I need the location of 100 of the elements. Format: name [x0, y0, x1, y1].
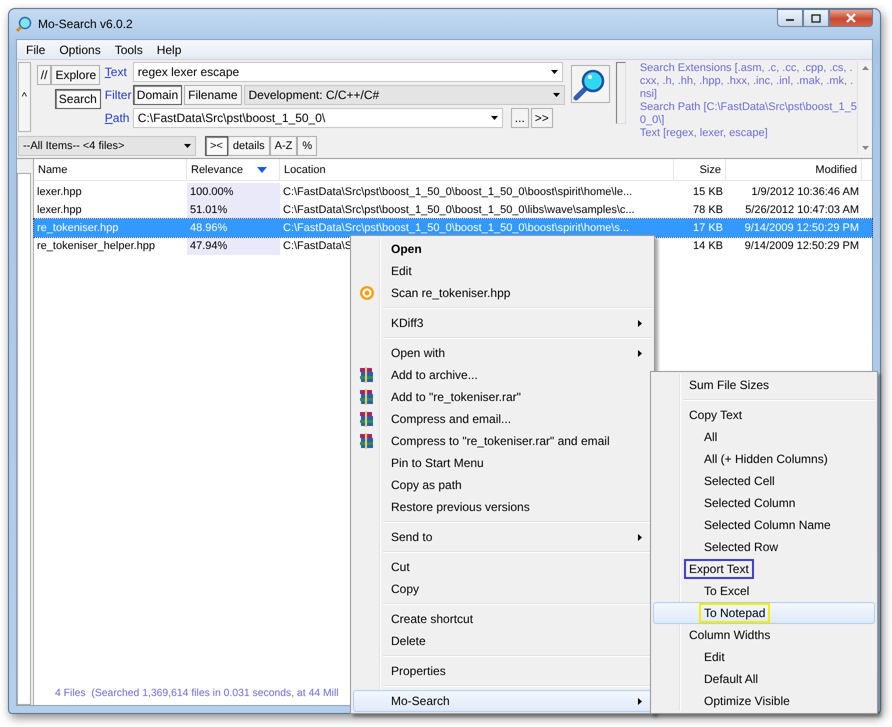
menu-item[interactable]: Default All: [653, 668, 875, 690]
close-button[interactable]: [829, 9, 873, 27]
menu-item[interactable]: File: [19, 42, 52, 56]
column-header[interactable]: Size: [674, 159, 726, 180]
highlight-frame: To Notepad: [699, 603, 770, 623]
menu-item[interactable]: Tools: [108, 42, 150, 56]
scope-combo[interactable]: --All Items-- <4 files>: [18, 136, 196, 156]
menu-item[interactable]: Scan re_tokeniser.hpp: [353, 282, 652, 304]
close-icon: [845, 13, 857, 23]
books-icon: [359, 433, 375, 449]
path-button[interactable]: >>: [530, 108, 553, 128]
column-header[interactable]: Modified: [726, 159, 862, 180]
column-header[interactable]: Location: [280, 159, 674, 180]
filter-toggle[interactable]: Domain: [132, 85, 182, 105]
filter-combo[interactable]: Development: C/C++/C#: [244, 85, 565, 105]
table-cell: lexer.hpp: [37, 204, 82, 216]
app-icon: [16, 16, 32, 32]
menu-item[interactable]: Cut: [353, 556, 652, 578]
menu-item[interactable]: Add to "re_tokeniser.rar": [353, 386, 652, 408]
menu-item[interactable]: Export Text: [653, 558, 875, 580]
collapse-button[interactable]: ^: [18, 62, 31, 132]
view-button[interactable]: A-Z: [270, 136, 298, 156]
menu-item[interactable]: Selected Column: [653, 492, 875, 514]
menu-item[interactable]: Compress and email...: [353, 408, 652, 430]
menu-item[interactable]: Selected Row: [653, 536, 875, 558]
dropdown-arrow-icon[interactable]: [550, 70, 558, 74]
info-line: Search Path [C:\FastData\Src\pst\boost_1_50_0\]: [640, 101, 858, 127]
menu-item[interactable]: KDiff3: [353, 312, 652, 334]
menu-item[interactable]: Help: [150, 42, 188, 56]
table-cell: lexer.hpp: [37, 186, 82, 198]
table-cell: C:\FastData\Src\pst\boost_1_50_0\boost_1_50_0\libs\wave\samples\c...: [283, 204, 635, 216]
menu-item[interactable]: Pin to Start Menu: [353, 452, 652, 474]
menu-item[interactable]: Selected Column Name: [653, 514, 875, 536]
path-combo[interactable]: C:\FastData\Src\pst\boost_1_50_0\: [132, 108, 503, 128]
menu-item[interactable]: Options: [52, 42, 108, 56]
table-cell: re_tokeniser.hpp: [37, 222, 118, 234]
table-cell: 9/14/2009 12:50:29 PM: [744, 222, 859, 234]
view-button[interactable]: %: [297, 136, 318, 156]
menu-item[interactable]: To Excel: [653, 580, 875, 602]
menu-item[interactable]: Edit: [353, 260, 652, 282]
search-button[interactable]: [570, 65, 610, 103]
menu-item[interactable]: Copy as path: [353, 474, 652, 496]
menu-item[interactable]: Send to: [353, 526, 652, 548]
table-cell-text: 48.96%: [189, 221, 228, 236]
menu-item[interactable]: Edit: [653, 646, 875, 668]
dropdown-arrow-icon[interactable]: [552, 93, 560, 97]
table-cell: C:\FastData\Src\pst\boost_1_50_0\boost_1_50_0\boost\spirit\home\s...: [283, 222, 630, 234]
table-cell: 78 KB: [693, 204, 723, 216]
table-cell: 17 KB: [693, 222, 723, 234]
menu-item[interactable]: All: [653, 426, 875, 448]
scroll-up-icon[interactable]: [862, 66, 869, 70]
menu-item[interactable]: Delete: [353, 630, 652, 652]
info-line: Search Extensions [.asm, .c, .cc, .cpp, .cs, .cxx, .h, .hh, .hpp, .hxx, .inc, .inl, .mak, .mk, .nsi]: [640, 62, 854, 101]
path-button[interactable]: ...: [510, 108, 529, 128]
window-title: Mo-Search v6.0.2: [38, 17, 133, 31]
menu-item[interactable]: Compress to "re_tokeniser.rar" and email: [353, 430, 652, 452]
text-combo[interactable]: regex lexer escape: [132, 62, 563, 82]
mode-button[interactable]: Explore: [51, 65, 100, 85]
view-button[interactable]: ><: [205, 136, 228, 156]
dropdown-arrow-icon[interactable]: [490, 116, 498, 120]
table-cell: 100.00%: [187, 183, 280, 201]
menu-item[interactable]: Open: [353, 238, 652, 260]
scroll-down-icon[interactable]: [862, 146, 869, 150]
books-icon: [359, 389, 375, 405]
table-cell: 14 KB: [693, 240, 723, 252]
menu-item[interactable]: Add to archive...: [353, 364, 652, 386]
menu-item[interactable]: Restore previous versions: [353, 496, 652, 518]
menu-item[interactable]: All (+ Hidden Columns): [653, 448, 875, 470]
minimize-button[interactable]: [777, 9, 803, 27]
mode-button[interactable]: //: [36, 65, 52, 85]
mode-button[interactable]: Search: [54, 89, 101, 109]
filter-toggle[interactable]: Filename: [184, 85, 242, 105]
menu-item[interactable]: Open with: [353, 342, 652, 364]
column-header[interactable]: Relevance: [187, 159, 280, 180]
table-cell: 15 KB: [693, 186, 723, 198]
menu-item[interactable]: Optimize Visible: [653, 690, 875, 712]
menu-item[interactable]: Copy Text: [653, 404, 875, 426]
menu-item[interactable]: Sum File Sizes: [653, 374, 875, 396]
search-icon: [574, 70, 605, 100]
table-cell: 1/9/2012 10:36:46 AM: [751, 186, 859, 198]
info-line: Text [regex, lexer, escape]: [640, 127, 769, 140]
menu-item[interactable]: Properties: [353, 660, 652, 682]
menu-item[interactable]: Selected Cell: [653, 470, 875, 492]
dropdown-arrow-icon[interactable]: [184, 144, 191, 148]
table-cell: 47.94%: [187, 237, 280, 255]
maximize-button[interactable]: [803, 9, 829, 27]
menu-item[interactable]: Mo-Search: [353, 690, 652, 712]
menu-item[interactable]: Create shortcut: [353, 608, 652, 630]
column-header[interactable]: Name: [34, 159, 187, 180]
table-cell: 5/26/2012 10:47:03 AM: [745, 204, 859, 216]
table-cell: 9/14/2009 12:50:29 PM: [744, 240, 859, 252]
field-label: Path: [104, 111, 130, 125]
view-button[interactable]: details: [228, 136, 270, 156]
table-cell: 51.01%: [187, 201, 280, 219]
menu-item[interactable]: Column Widths: [653, 624, 875, 646]
menu-item[interactable]: To Notepad: [653, 602, 875, 624]
table-cell: C:\FastData\Src\pst\boost_1_50_0\boost_1_50_0\boost\spirit\home\le...: [283, 186, 632, 198]
menu-item[interactable]: Copy: [353, 578, 652, 600]
highlight-frame: Export Text: [684, 559, 754, 579]
field-label: Text: [104, 65, 128, 79]
